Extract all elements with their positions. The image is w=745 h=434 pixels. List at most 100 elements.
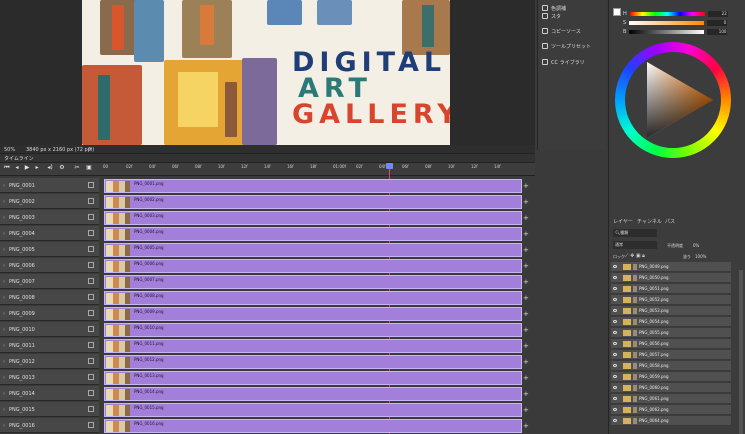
foreground-swatch[interactable] [613, 8, 621, 16]
track-header[interactable]: › PNG_0005 [0, 242, 99, 257]
settings-icon[interactable]: ⚙ [59, 165, 65, 171]
visibility-eye-icon[interactable] [613, 309, 617, 312]
add-media-icon[interactable]: + [523, 342, 529, 350]
timeline-track[interactable]: › PNG_0009 PNG_0009.png + [0, 306, 535, 322]
add-media-icon[interactable]: + [523, 182, 529, 190]
track-header[interactable]: › PNG_0016 [0, 418, 99, 433]
video-clip[interactable]: PNG_0011.png [104, 339, 522, 353]
expand-arrow-icon[interactable]: › [3, 183, 5, 189]
saturation-bar[interactable] [629, 21, 705, 25]
cc-library-item[interactable]: CC ライブラリ [542, 56, 602, 68]
fill-value[interactable]: 100% [695, 254, 706, 259]
layer-row[interactable]: PNG_0055.png [611, 328, 731, 338]
timeline-track[interactable]: › PNG_0008 PNG_0008.png + [0, 290, 535, 306]
track-header[interactable]: › PNG_0010 [0, 322, 99, 337]
expand-arrow-icon[interactable]: › [3, 327, 5, 333]
video-clip[interactable]: PNG_0010.png [104, 323, 522, 337]
add-media-icon[interactable]: + [523, 246, 529, 254]
video-clip[interactable]: PNG_0003.png [104, 211, 522, 225]
layer-row[interactable]: PNG_0051.png [611, 284, 731, 294]
timeline-track[interactable]: › PNG_0006 PNG_0006.png + [0, 258, 535, 274]
video-clip[interactable]: PNG_0009.png [104, 307, 522, 321]
add-media-icon[interactable]: + [523, 214, 529, 222]
add-media-icon[interactable]: + [523, 198, 529, 206]
timeline-track[interactable]: › PNG_0010 PNG_0010.png + [0, 322, 535, 338]
tab-paths[interactable]: パス [665, 218, 675, 225]
visibility-eye-icon[interactable] [613, 364, 617, 367]
video-clip[interactable]: PNG_0001.png [104, 179, 522, 193]
visibility-eye-icon[interactable] [613, 408, 617, 411]
layer-row[interactable]: PNG_0059.png [611, 372, 731, 382]
video-clip[interactable]: PNG_0012.png [104, 355, 522, 369]
visibility-eye-icon[interactable] [613, 397, 617, 400]
video-clip[interactable]: PNG_0016.png [104, 419, 522, 433]
track-header[interactable]: › PNG_0007 [0, 274, 99, 289]
hue-bar[interactable] [629, 12, 705, 16]
clone-source-item[interactable]: コピーソース [542, 25, 602, 37]
video-clip[interactable]: PNG_0013.png [104, 371, 522, 385]
visibility-eye-icon[interactable] [613, 342, 617, 345]
add-media-icon[interactable]: + [523, 310, 529, 318]
next-frame-icon[interactable]: ▸ [34, 165, 40, 171]
add-media-icon[interactable]: + [523, 406, 529, 414]
layer-row[interactable]: PNG_0057.png [611, 350, 731, 360]
add-media-icon[interactable]: + [523, 374, 529, 382]
video-clip[interactable]: PNG_0015.png [104, 403, 522, 417]
visibility-eye-icon[interactable] [613, 298, 617, 301]
expand-arrow-icon[interactable]: › [3, 343, 5, 349]
split-icon[interactable]: ✂ [74, 165, 80, 171]
color-triangle[interactable] [625, 52, 721, 148]
timeline-track[interactable]: › PNG_0014 PNG_0014.png + [0, 386, 535, 402]
layer-row[interactable]: PNG_0064.png [611, 416, 731, 426]
layer-row[interactable]: PNG_0052.png [611, 295, 731, 305]
layer-row[interactable]: PNG_0054.png [611, 317, 731, 327]
track-header[interactable]: › PNG_0011 [0, 338, 99, 353]
video-clip[interactable]: PNG_0007.png [104, 275, 522, 289]
add-media-icon[interactable]: + [523, 326, 529, 334]
status-arrow-icon[interactable]: > [88, 146, 92, 152]
brightness-value[interactable]: 100 [707, 29, 728, 35]
layer-row[interactable]: PNG_0060.png [611, 383, 731, 393]
video-clip[interactable]: PNG_0008.png [104, 291, 522, 305]
timeline-track[interactable]: › PNG_0005 PNG_0005.png + [0, 242, 535, 258]
timeline-track[interactable]: › PNG_0003 PNG_0003.png + [0, 210, 535, 226]
zoom-level[interactable]: 50% [4, 147, 15, 153]
track-header[interactable]: › PNG_0006 [0, 258, 99, 273]
add-media-icon[interactable]: + [523, 390, 529, 398]
visibility-eye-icon[interactable] [613, 386, 617, 389]
layer-row[interactable]: PNG_0056.png [611, 339, 731, 349]
add-media-icon[interactable]: + [523, 278, 529, 286]
transition-icon[interactable]: ▣ [86, 165, 92, 171]
visibility-eye-icon[interactable] [613, 353, 617, 356]
lock-icons[interactable]: ⟋ ✥ ▣ 🔒︎ [625, 253, 645, 259]
timeline-track[interactable]: › PNG_0007 PNG_0007.png + [0, 274, 535, 290]
track-header[interactable]: › PNG_0012 [0, 354, 99, 369]
video-clip[interactable]: PNG_0005.png [104, 243, 522, 257]
play-icon[interactable]: ▶ [24, 165, 30, 171]
timeline-track[interactable]: › PNG_0002 PNG_0002.png + [0, 194, 535, 210]
timeline-track[interactable]: › PNG_0013 PNG_0013.png + [0, 370, 535, 386]
visibility-eye-icon[interactable] [613, 331, 617, 334]
brightness-bar[interactable] [629, 30, 705, 34]
add-media-icon[interactable]: + [523, 262, 529, 270]
layer-filter[interactable]: 🔍︎種類 [613, 229, 657, 237]
expand-arrow-icon[interactable]: › [3, 215, 5, 221]
first-frame-icon[interactable]: ⏮ [4, 165, 10, 171]
hue-value[interactable]: 22 [707, 11, 728, 17]
timeline-track[interactable]: › PNG_0012 PNG_0012.png + [0, 354, 535, 370]
layer-row[interactable]: PNG_0058.png [611, 361, 731, 371]
layer-row[interactable]: PNG_0050.png [611, 273, 731, 283]
track-header[interactable]: › PNG_0004 [0, 226, 99, 241]
playhead-handle[interactable] [386, 163, 393, 169]
add-media-icon[interactable]: + [523, 358, 529, 366]
audio-icon[interactable]: ◂) [47, 165, 53, 171]
visibility-eye-icon[interactable] [613, 287, 617, 290]
visibility-eye-icon[interactable] [613, 320, 617, 323]
layer-row[interactable]: PNG_0062.png [611, 405, 731, 415]
track-header[interactable]: › PNG_0002 [0, 194, 99, 209]
visibility-eye-icon[interactable] [613, 375, 617, 378]
expand-arrow-icon[interactable]: › [3, 407, 5, 413]
brightness-slider[interactable]: B 100 [623, 29, 743, 35]
add-media-icon[interactable]: + [523, 294, 529, 302]
expand-arrow-icon[interactable]: › [3, 263, 5, 269]
